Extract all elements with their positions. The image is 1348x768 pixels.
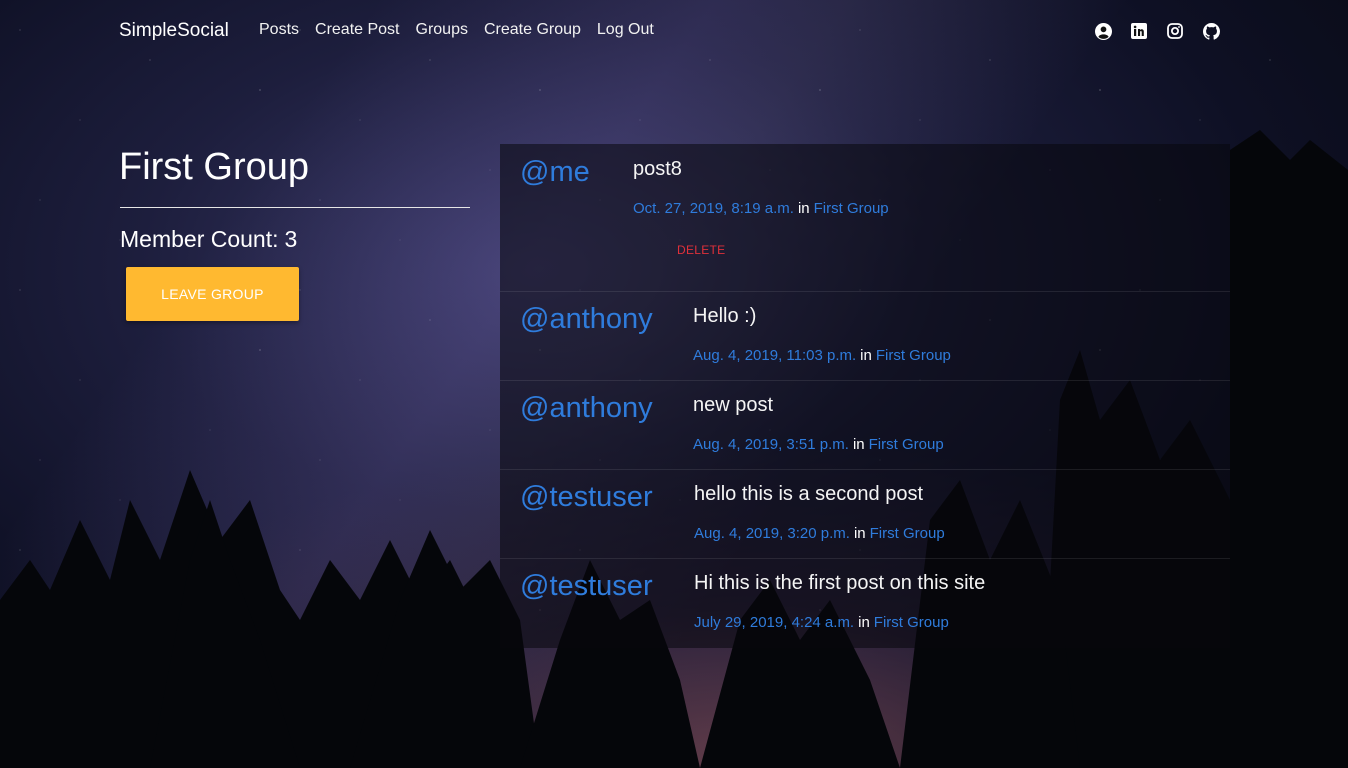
posts-list: @me post8 Oct. 27, 2019, 8:19 a.m. in Firs… — [500, 144, 1230, 648]
nav-link-create-post[interactable]: Create Post — [315, 21, 399, 39]
post-item: @testuser hello this is a second post Au… — [500, 469, 1230, 559]
post-meta: Aug. 4, 2019, 3:20 p.m. in First Group — [694, 525, 945, 542]
member-count-value: 3 — [284, 226, 298, 252]
nav-link-groups[interactable]: Groups — [416, 21, 468, 39]
post-text: Hi this is the first post on this site — [694, 572, 986, 594]
post-text: hello this is a second post — [694, 483, 924, 505]
post-meta: July 29, 2019, 4:24 a.m. in First Group — [694, 614, 949, 631]
post-date-link[interactable]: Aug. 4, 2019, 3:20 p.m. — [694, 525, 850, 542]
post-item: @me post8 Oct. 27, 2019, 8:19 a.m. in Firs… — [500, 144, 1230, 292]
post-author[interactable]: @anthony — [520, 303, 653, 336]
post-group-link[interactable]: First Group — [874, 614, 949, 631]
post-group-link[interactable]: First Group — [814, 200, 889, 217]
brand-logo[interactable]: SimpleSocial — [119, 20, 229, 42]
post-author[interactable]: @testuser — [520, 570, 653, 603]
post-meta: Aug. 4, 2019, 11:03 p.m. in First Group — [693, 347, 951, 364]
post-author[interactable]: @anthony — [520, 392, 653, 425]
linkedin-icon[interactable] — [1130, 22, 1148, 40]
instagram-icon[interactable] — [1166, 22, 1184, 40]
post-item: @anthony Hello :) Aug. 4, 2019, 11:03 p.… — [500, 291, 1230, 381]
post-item: @anthony new post Aug. 4, 2019, 3:51 p.m… — [500, 380, 1230, 470]
post-date-link[interactable]: July 29, 2019, 4:24 a.m. — [694, 614, 854, 631]
post-meta-in: in — [797, 200, 810, 217]
post-item: @testuser Hi this is the first post on t… — [500, 558, 1230, 648]
nav-links: Posts Create Post Groups Create Group Lo… — [259, 21, 654, 39]
leave-group-button[interactable]: LEAVE GROUP — [126, 267, 299, 321]
post-date-link[interactable]: Aug. 4, 2019, 3:51 p.m. — [693, 436, 849, 453]
top-navbar: SimpleSocial Posts Create Post Groups Cr… — [0, 0, 1348, 64]
group-title-divider — [120, 207, 470, 208]
member-count: Member Count: 3 — [120, 226, 297, 253]
group-title: First Group — [119, 146, 310, 188]
post-author[interactable]: @testuser — [520, 481, 653, 514]
post-group-link[interactable]: First Group — [870, 525, 945, 542]
post-author[interactable]: @me — [520, 156, 590, 189]
post-text: Hello :) — [693, 305, 757, 327]
post-meta: Aug. 4, 2019, 3:51 p.m. in First Group — [693, 436, 944, 453]
post-date-link[interactable]: Aug. 4, 2019, 11:03 p.m. — [693, 347, 856, 364]
post-group-link[interactable]: First Group — [869, 436, 944, 453]
post-meta-in: in — [853, 525, 866, 542]
delete-post-button[interactable]: DELETE — [677, 243, 725, 257]
social-icons — [1094, 22, 1220, 40]
post-meta-in: in — [860, 347, 872, 364]
nav-link-log-out[interactable]: Log Out — [597, 21, 654, 39]
github-icon[interactable] — [1202, 22, 1220, 40]
post-meta: Oct. 27, 2019, 8:19 a.m. in First Group — [633, 200, 889, 217]
post-text: new post — [693, 394, 774, 416]
post-text: post8 — [633, 158, 682, 180]
nav-link-posts[interactable]: Posts — [259, 21, 299, 39]
nav-link-create-group[interactable]: Create Group — [484, 21, 581, 39]
post-meta-in: in — [852, 436, 865, 453]
member-count-label: Member Count: — [120, 226, 279, 252]
post-group-link[interactable]: First Group — [876, 347, 951, 364]
user-circle-icon[interactable] — [1094, 22, 1112, 40]
post-date-link[interactable]: Oct. 27, 2019, 8:19 a.m. — [633, 200, 794, 217]
post-meta-in: in — [858, 614, 870, 631]
